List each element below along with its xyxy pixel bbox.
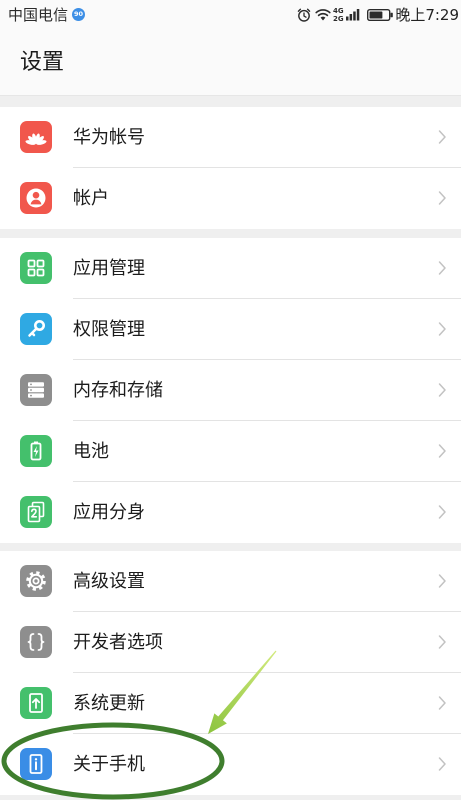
wifi-icon — [315, 9, 331, 21]
app-twin-icon — [20, 496, 52, 528]
battery-level-fill — [369, 11, 383, 19]
huawei-logo-icon — [20, 121, 52, 153]
clock-time: 晚上7:29 — [395, 6, 459, 24]
network-type-primary: 4G — [333, 7, 344, 15]
settings-item-label: 内存和存储 — [73, 380, 163, 401]
page-header: 设置 — [0, 30, 461, 96]
settings-item-huawei-id[interactable]: 华为帐号 — [0, 107, 461, 168]
settings-item-label: 帐户 — [73, 188, 109, 209]
settings-item-label: 华为帐号 — [73, 127, 145, 148]
battery-icon — [367, 9, 393, 21]
settings-item-about-phone[interactable]: 关于手机 — [0, 734, 461, 795]
chevron-right-icon — [438, 383, 446, 397]
settings-screen: 中国电信 90 4G 2G 晚上7:29 设置 华为帐号 帐户 应用管理 权限管… — [0, 0, 461, 800]
settings-item-label: 权限管理 — [73, 319, 145, 340]
chevron-right-icon — [438, 574, 446, 588]
phone-info-icon — [20, 748, 52, 780]
chevron-right-icon — [438, 757, 446, 771]
settings-item-accounts[interactable]: 帐户 — [0, 168, 461, 229]
chevron-right-icon — [438, 505, 446, 519]
settings-item-permissions[interactable]: 权限管理 — [0, 299, 461, 360]
group-separator — [0, 96, 461, 107]
signal-icon — [346, 9, 360, 21]
settings-item-label: 应用管理 — [73, 258, 145, 279]
notification-badge: 90 — [72, 8, 85, 21]
settings-item-battery[interactable]: 电池 — [0, 421, 461, 482]
settings-item-label: 开发者选项 — [73, 632, 163, 653]
settings-group-device: 应用管理 权限管理 内存和存储 电池 应用分身 — [0, 238, 461, 543]
alarm-icon — [297, 8, 311, 22]
settings-item-apps[interactable]: 应用管理 — [0, 238, 461, 299]
settings-item-label: 关于手机 — [73, 754, 145, 775]
network-type-label: 4G 2G — [333, 7, 346, 23]
key-icon — [20, 313, 52, 345]
settings-item-app-twin[interactable]: 应用分身 — [0, 482, 461, 543]
battery-charging-icon — [20, 435, 52, 467]
carrier-name: 中国电信 — [8, 6, 69, 24]
settings-group-account: 华为帐号 帐户 — [0, 107, 461, 229]
settings-item-label: 应用分身 — [73, 502, 145, 523]
system-update-icon — [20, 687, 52, 719]
settings-item-storage[interactable]: 内存和存储 — [0, 360, 461, 421]
settings-item-advanced[interactable]: 高级设置 — [0, 551, 461, 612]
chevron-right-icon — [438, 130, 446, 144]
gear-icon — [20, 565, 52, 597]
settings-group-system: 高级设置 开发者选项 系统更新 关于手机 — [0, 551, 461, 795]
settings-item-label: 电池 — [73, 441, 109, 462]
chevron-right-icon — [438, 261, 446, 275]
braces-icon — [20, 626, 52, 658]
chevron-right-icon — [438, 444, 446, 458]
chevron-right-icon — [438, 696, 446, 710]
app-grid-icon — [20, 252, 52, 284]
group-separator — [0, 229, 461, 238]
chevron-right-icon — [438, 635, 446, 649]
settings-item-system-update[interactable]: 系统更新 — [0, 673, 461, 734]
page-title: 设置 — [20, 50, 65, 75]
status-bar: 中国电信 90 4G 2G 晚上7:29 — [0, 0, 461, 30]
settings-item-label: 高级设置 — [73, 571, 145, 592]
group-separator — [0, 543, 461, 551]
settings-item-developer-options[interactable]: 开发者选项 — [0, 612, 461, 673]
chevron-right-icon — [438, 322, 446, 336]
storage-icon — [20, 374, 52, 406]
settings-item-label: 系统更新 — [73, 693, 145, 714]
network-type-secondary: 2G — [333, 15, 344, 23]
chevron-right-icon — [438, 191, 446, 205]
account-icon — [20, 182, 52, 214]
